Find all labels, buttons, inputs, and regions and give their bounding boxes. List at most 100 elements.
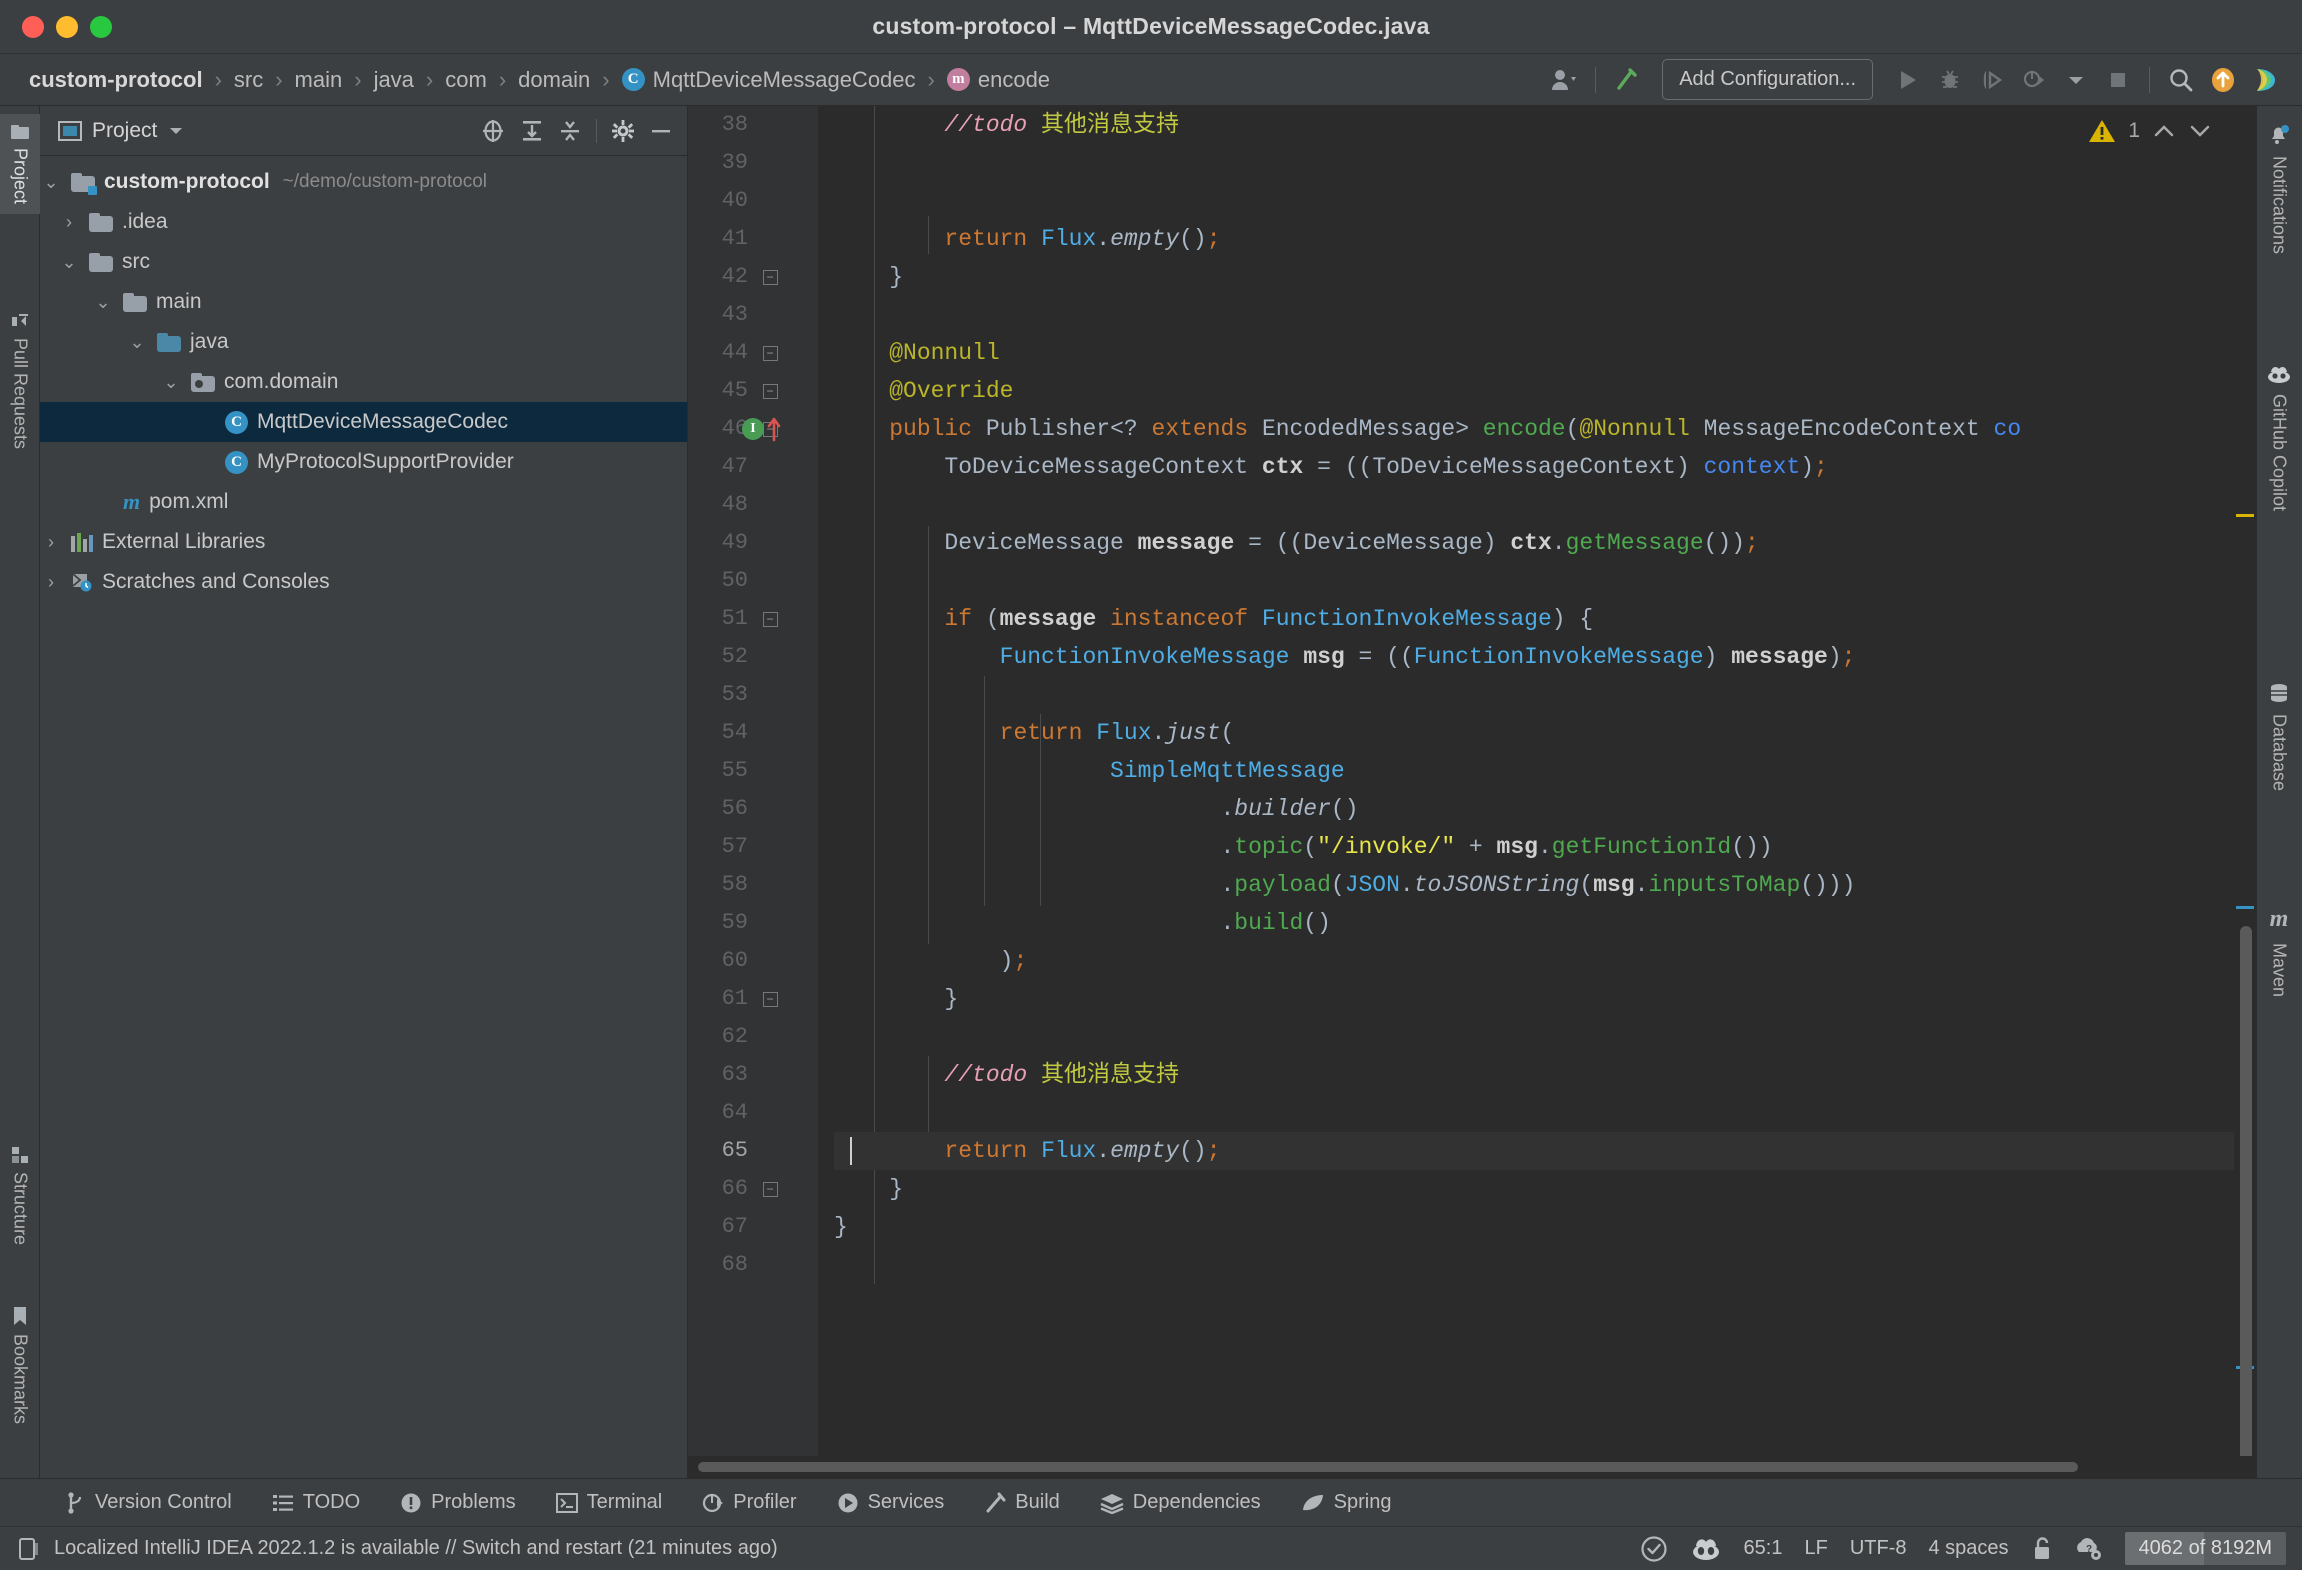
chevron-right-icon[interactable]: › [40, 532, 62, 553]
run-icon[interactable] [1887, 60, 1929, 100]
tree-node-java[interactable]: ⌄ java [40, 322, 687, 362]
copilot-icon[interactable] [2244, 60, 2286, 100]
chevron-right-icon[interactable]: › [58, 212, 80, 233]
fold-end-marker[interactable]: − [760, 258, 780, 296]
tree-node-idea[interactable]: › .idea [40, 202, 687, 242]
expand-all-icon[interactable] [520, 119, 544, 143]
debug-icon[interactable] [1929, 60, 1971, 100]
next-problem-icon[interactable] [2188, 122, 2212, 140]
sidebar-item-maven[interactable]: m Maven [2256, 896, 2302, 1007]
user-icon[interactable] [1543, 60, 1585, 100]
search-icon[interactable] [2160, 60, 2202, 100]
tree-node-custom-protocol[interactable]: ⌄ custom-protocol ~/demo/custom-protocol [40, 162, 687, 202]
collapse-all-icon[interactable] [558, 119, 582, 143]
editor-text-area[interactable]: //todo 其他消息支持 return Flux.empty(); } @No… [818, 106, 2234, 1456]
line-separator[interactable]: LF [1804, 1537, 1827, 1560]
breadcrumb-item-domain[interactable]: domain [515, 65, 593, 95]
tool-button-dependencies[interactable]: Dependencies [1080, 1491, 1281, 1514]
tool-button-services[interactable]: Services [817, 1491, 965, 1514]
stop-icon[interactable] [2097, 60, 2139, 100]
tree-node-com-domain[interactable]: ⌄ com.domain [40, 362, 687, 402]
tool-button-problems[interactable]: Problems [380, 1491, 535, 1514]
run-with-coverage-icon[interactable] [1971, 60, 2013, 100]
checkmark-circle-icon[interactable] [1640, 1535, 1668, 1563]
inspection-widget-icon[interactable]: ? [2075, 1536, 2103, 1562]
locate-icon[interactable] [480, 118, 506, 144]
tree-node-src[interactable]: ⌄ src [40, 242, 687, 282]
unlocked-icon[interactable] [2031, 1536, 2053, 1562]
sidebar-item-notifications[interactable]: Notifications [2256, 114, 2302, 264]
tool-button-version-control[interactable]: Version Control [46, 1491, 252, 1514]
tree-node-my-protocol-support-provider[interactable]: › C MyProtocolSupportProvider [40, 442, 687, 482]
breadcrumb-item-com[interactable]: com [442, 65, 490, 95]
tree-node-external-libraries[interactable]: › External Libraries [40, 522, 687, 562]
tool-button-spring[interactable]: Spring [1281, 1491, 1412, 1514]
breadcrumb-item-project[interactable]: custom-protocol [26, 65, 206, 95]
tool-button-profiler[interactable]: Profiler [682, 1491, 816, 1514]
file-encoding[interactable]: UTF-8 [1850, 1537, 1907, 1560]
chevron-down-icon[interactable] [2055, 60, 2097, 100]
hide-panel-icon[interactable] [649, 119, 673, 143]
tool-button-build[interactable]: Build [964, 1491, 1079, 1514]
copilot-status-icon[interactable] [1690, 1536, 1722, 1562]
sidebar-item-project[interactable]: Project [0, 114, 40, 215]
sidebar-item-database[interactable]: Database [2256, 672, 2302, 801]
text-caret [850, 1137, 852, 1165]
fold-end-marker[interactable]: − [760, 980, 780, 1018]
chevron-down-icon[interactable]: ⌄ [58, 252, 80, 273]
project-folder-icon [10, 124, 30, 140]
sidebar-item-bookmarks[interactable]: Bookmarks [0, 1296, 40, 1434]
tree-node-label: java [190, 330, 229, 353]
tree-node-main[interactable]: ⌄ main [40, 282, 687, 322]
profiler-icon [702, 1492, 724, 1514]
tree-node-pom-xml[interactable]: › m pom.xml [40, 482, 687, 522]
breadcrumb-item-src[interactable]: src [231, 65, 266, 95]
status-message[interactable]: Localized IntelliJ IDEA 2022.1.2 is avai… [54, 1537, 778, 1560]
breadcrumb-separator: › [498, 66, 507, 92]
warning-marker[interactable] [2236, 514, 2254, 517]
tool-button-terminal[interactable]: Terminal [536, 1491, 683, 1514]
memory-indicator[interactable]: 4062 of 8192M [2124, 1532, 2286, 1565]
previous-problem-icon[interactable] [2152, 122, 2176, 140]
tool-button-todo[interactable]: TODO [252, 1491, 380, 1514]
editor-gutter[interactable]: 38 39 40 41 42 43 44 45 46 47 48 49 50 5… [688, 106, 818, 1456]
breadcrumb-item-java[interactable]: java [371, 65, 417, 95]
sidebar-item-structure[interactable]: Structure [0, 1136, 40, 1255]
breadcrumb-item-class[interactable]: C MqttDeviceMessageCodec [619, 65, 919, 95]
code-line: @Override [889, 378, 1014, 404]
tree-node-scratches-and-consoles[interactable]: › Scratches and Consoles [40, 562, 687, 602]
scrollbar-thumb[interactable] [2240, 926, 2252, 1456]
chevron-down-icon[interactable]: ⌄ [92, 292, 114, 313]
update-icon[interactable] [2202, 60, 2244, 100]
implements-method-icon[interactable]: I [742, 410, 786, 448]
popup-icon[interactable] [18, 1537, 40, 1561]
horizontal-scrollbar[interactable] [688, 1456, 2256, 1478]
project-tree[interactable]: ⌄ custom-protocol ~/demo/custom-protocol… [40, 156, 687, 1478]
chevron-down-icon[interactable]: ⌄ [126, 332, 148, 353]
caret-position[interactable]: 65:1 [1744, 1537, 1783, 1560]
chevron-down-icon[interactable]: ⌄ [160, 372, 182, 393]
panel-dropdown-icon[interactable] [167, 125, 185, 137]
profile-icon[interactable] [2013, 60, 2055, 100]
build-hammer-icon[interactable] [1606, 60, 1648, 100]
indent-setting[interactable]: 4 spaces [1929, 1537, 2009, 1560]
fold-start-marker[interactable]: − [760, 334, 780, 372]
change-marker[interactable] [2236, 906, 2254, 909]
sidebar-item-pull-requests[interactable]: Pull Requests [0, 302, 40, 459]
sidebar-item-github-copilot[interactable]: GitHub Copilot [2256, 354, 2302, 521]
code-line: DeviceMessage message = ((DeviceMessage)… [944, 530, 1759, 556]
fold-start-marker[interactable]: − [760, 600, 780, 638]
breadcrumb-item-method[interactable]: m encode [944, 65, 1053, 95]
status-bar-right: 65:1 LF UTF-8 4 spaces ? 4062 of 8192M [1640, 1532, 2286, 1565]
fold-end-marker[interactable]: − [760, 1170, 780, 1208]
add-configuration-button[interactable]: Add Configuration... [1662, 59, 1873, 100]
inspection-widget[interactable]: 1 [2088, 106, 2212, 156]
chevron-down-icon[interactable]: ⌄ [40, 172, 62, 193]
horizontal-scrollbar-thumb[interactable] [698, 1462, 2078, 1472]
settings-gear-icon[interactable] [611, 119, 635, 143]
editor-scrollbar[interactable] [2234, 106, 2256, 1456]
breadcrumb-item-main[interactable]: main [292, 65, 346, 95]
tree-node-mqtt-device-message-codec[interactable]: › C MqttDeviceMessageCodec [40, 402, 687, 442]
chevron-right-icon[interactable]: › [40, 572, 62, 593]
fold-start-marker[interactable]: − [760, 372, 780, 410]
